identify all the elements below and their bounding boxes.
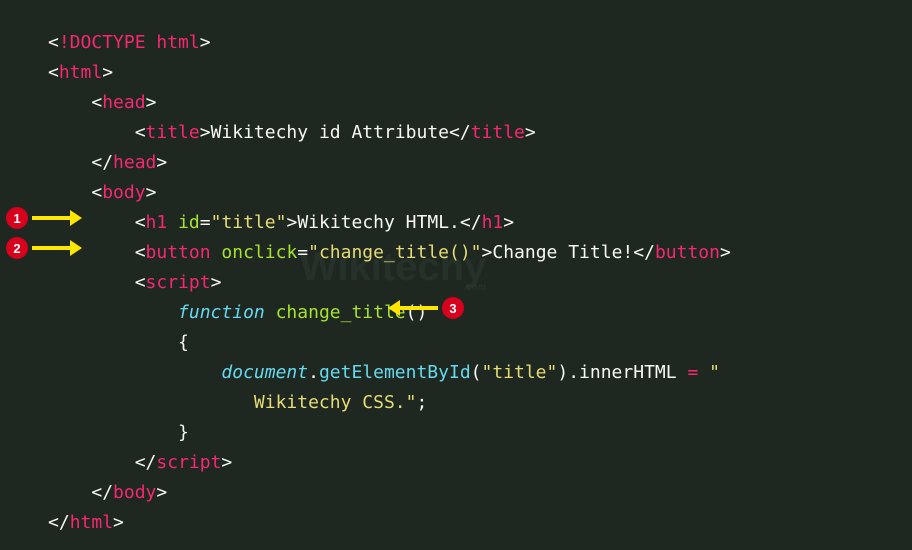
- code-block: <!DOCTYPE html> <html> <head> <title>Wik…: [48, 28, 892, 538]
- badge-2: 2: [6, 237, 28, 259]
- arrow-left-icon: [398, 306, 438, 310]
- annotation-marker-1: 1: [6, 207, 72, 229]
- badge-1: 1: [6, 207, 28, 229]
- arrow-right-icon: [32, 216, 72, 220]
- annotation-marker-2: 2: [6, 237, 72, 259]
- badge-3: 3: [442, 297, 464, 319]
- arrow-right-icon: [32, 246, 72, 250]
- annotation-marker-3: 3: [398, 297, 464, 319]
